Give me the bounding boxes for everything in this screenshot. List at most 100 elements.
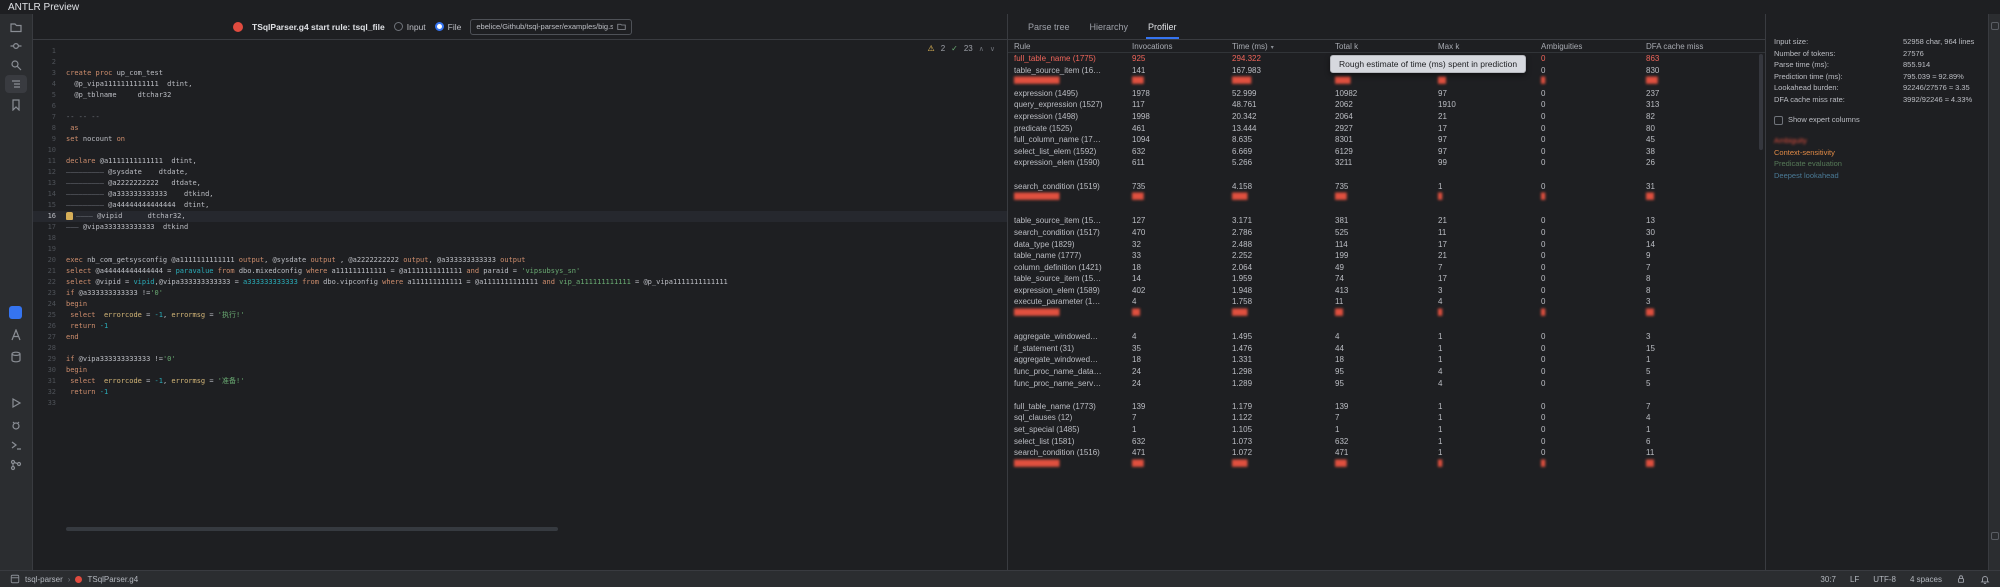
code-token: '0' <box>163 355 176 363</box>
project-icon[interactable] <box>9 20 23 34</box>
profiler-row[interactable]: aggregate_windowed…181.33118101 <box>1008 354 1765 366</box>
profiler-row[interactable]: search_condition (1516)4711.0724711011 <box>1008 447 1765 459</box>
cell-ambiguities: 0 <box>1535 65 1640 77</box>
input-radio[interactable]: Input <box>394 22 426 32</box>
column-header-total-k[interactable]: Total k <box>1329 42 1432 51</box>
code-token: , @sysdate <box>264 256 310 264</box>
profiler-row[interactable] <box>1008 389 1765 401</box>
profiler-row[interactable]: ████████████████████████ <box>1008 308 1765 320</box>
tab-parse-tree[interactable]: Parse tree <box>1018 14 1080 39</box>
profiler-row[interactable]: full_column_name (17…10948.635830197045 <box>1008 134 1765 146</box>
table-vertical-scrollbar[interactable] <box>1759 54 1763 150</box>
profiler-row[interactable]: set_special (1485)11.1051101 <box>1008 424 1765 436</box>
column-header-dfa-cache-miss[interactable]: DFA cache miss <box>1640 42 1765 51</box>
line-number: 21 <box>33 266 66 277</box>
prev-problem-icon[interactable]: ∧ <box>979 45 984 53</box>
profiler-row[interactable]: column_definition (1421)182.06449707 <box>1008 262 1765 274</box>
code-token: a111111111111 = @a1111111111111 <box>327 267 466 275</box>
column-header-time-ms[interactable]: Time (ms)▾ <box>1226 42 1329 51</box>
file-radio[interactable]: File <box>435 22 462 32</box>
profiler-row[interactable]: aggregate_windowed…41.4954103 <box>1008 331 1765 343</box>
cell-max-k: 1 <box>1432 401 1535 413</box>
code-editor[interactable]: ⚠2 ✓23 ∧ ∨ 123create proc up_com_test4 @… <box>33 40 1007 570</box>
line-number: 23 <box>33 288 66 299</box>
cell-invocations: 14 <box>1126 273 1226 285</box>
caret-position-widget[interactable]: 30:7 <box>1820 575 1836 584</box>
column-header-rule[interactable]: Rule <box>1008 42 1126 51</box>
database-icon[interactable] <box>9 350 23 364</box>
profiler-row[interactable]: if_statement (31)351.476441015 <box>1008 343 1765 355</box>
show-expert-columns-checkbox[interactable] <box>1774 116 1783 125</box>
profiler-row[interactable] <box>1008 204 1765 216</box>
window-icon[interactable] <box>10 574 20 584</box>
cell-ambiguities: 0 <box>1535 53 1640 65</box>
notifications-icon[interactable] <box>1991 22 1999 30</box>
column-header-max-k[interactable]: Max k <box>1432 42 1535 51</box>
profiler-row[interactable]: select_list_elem (1592)6326.669612997038 <box>1008 146 1765 158</box>
run-icon[interactable] <box>9 396 23 410</box>
profiler-row[interactable]: search_condition (1519)7354.1587351031 <box>1008 181 1765 193</box>
code-token: @p_vipa1111111111111 dtint, <box>66 80 192 88</box>
profiler-row[interactable]: func_proc_name_data…241.29895405 <box>1008 366 1765 378</box>
search-icon[interactable] <box>9 58 23 72</box>
git-icon[interactable] <box>9 458 23 472</box>
profiler-row[interactable]: data_type (1829)322.48811417014 <box>1008 239 1765 251</box>
bell-icon[interactable] <box>1980 574 1990 584</box>
profiler-row[interactable]: expression (1498)199820.342206421082 <box>1008 111 1765 123</box>
code-token: paraid = <box>479 267 521 275</box>
profiler-row[interactable]: select_list (1581)6321.073632106 <box>1008 436 1765 448</box>
code-token: errormsg <box>171 311 205 319</box>
stat-row-lookahead-burden: Lookahead burden:92246/27576 ≈ 3.35 <box>1774 82 1982 94</box>
indent-widget[interactable]: 4 spaces <box>1910 575 1942 584</box>
profiler-row[interactable]: func_proc_name_serv…241.28995405 <box>1008 378 1765 390</box>
profiler-row[interactable]: full_table_name (1773)1391.179139107 <box>1008 401 1765 413</box>
profiler-row[interactable]: ██████████████████████████ <box>1008 192 1765 204</box>
cell-total-k: 381 <box>1329 215 1432 227</box>
structure-icon[interactable] <box>5 75 27 93</box>
lock-icon[interactable] <box>1956 574 1966 584</box>
inspections-widget[interactable]: ⚠2 ✓23 ∧ ∨ <box>928 44 995 53</box>
profiler-row[interactable]: expression_elem (1589)4021.948413308 <box>1008 285 1765 297</box>
cell-time: 1.073 <box>1226 436 1329 448</box>
antlr-preview-tool-icon[interactable] <box>9 306 22 319</box>
profiler-row[interactable]: predicate (1525)46113.444292717080 <box>1008 123 1765 135</box>
commit-icon[interactable] <box>9 39 23 53</box>
profiler-row[interactable]: query_expression (1527)11748.76120621910… <box>1008 99 1765 111</box>
profiler-row[interactable]: table_name (1777)332.2521992109 <box>1008 250 1765 262</box>
tab-hierarchy[interactable]: Hierarchy <box>1080 14 1139 39</box>
profiler-row[interactable]: sql_clauses (12)71.1227104 <box>1008 412 1765 424</box>
cell-max-k: █ <box>1432 308 1535 320</box>
profiler-row[interactable]: table_source_item (15…1273.17138121013 <box>1008 215 1765 227</box>
cell-invocations: 461 <box>1126 123 1226 135</box>
profiler-row[interactable]: execute_parameter (1…41.75811403 <box>1008 296 1765 308</box>
debug-icon[interactable] <box>9 418 23 432</box>
browse-folder-icon[interactable] <box>617 22 626 31</box>
cell-dfa-cache-miss: 13 <box>1640 215 1765 227</box>
breadcrumb-file[interactable]: TSqlParser.g4 <box>87 575 138 584</box>
profiler-row[interactable]: ██████████████████████████████ <box>1008 76 1765 88</box>
column-header-invocations[interactable]: Invocations <box>1126 42 1226 51</box>
next-problem-icon[interactable]: ∨ <box>990 45 995 53</box>
test-file-path-field[interactable]: ebelice/Github/tsql-parser/examples/big.… <box>470 19 632 35</box>
intention-bulb-icon[interactable] <box>66 212 73 220</box>
column-header-ambiguities[interactable]: Ambiguities <box>1535 42 1640 51</box>
profiler-row[interactable] <box>1008 169 1765 181</box>
profiler-row[interactable]: search_condition (1517)4702.78652511030 <box>1008 227 1765 239</box>
profiler-row[interactable]: expression_elem (1590)6115.266321199026 <box>1008 157 1765 169</box>
profiler-row[interactable] <box>1008 320 1765 332</box>
encoding-widget[interactable]: UTF-8 <box>1873 575 1896 584</box>
ai-assistant-icon[interactable] <box>9 328 23 342</box>
cell-invocations: ███ <box>1126 459 1226 471</box>
line-separator-widget[interactable]: LF <box>1850 575 1859 584</box>
line-number: 6 <box>33 101 66 112</box>
bookmarks-icon[interactable] <box>9 98 23 112</box>
breadcrumb-project[interactable]: tsql-parser <box>25 575 63 584</box>
tab-profiler[interactable]: Profiler <box>1138 14 1187 39</box>
profiler-row[interactable]: ██████████████████████████ <box>1008 459 1765 471</box>
terminal-icon[interactable] <box>9 438 23 452</box>
layout-icon[interactable] <box>1991 532 1999 540</box>
cell-time: 1.072 <box>1226 447 1329 459</box>
editor-horizontal-scrollbar[interactable] <box>66 527 558 531</box>
profiler-row[interactable]: expression (1495)197852.99910982970237 <box>1008 88 1765 100</box>
profiler-row[interactable]: table_source_item (15…141.959741708 <box>1008 273 1765 285</box>
